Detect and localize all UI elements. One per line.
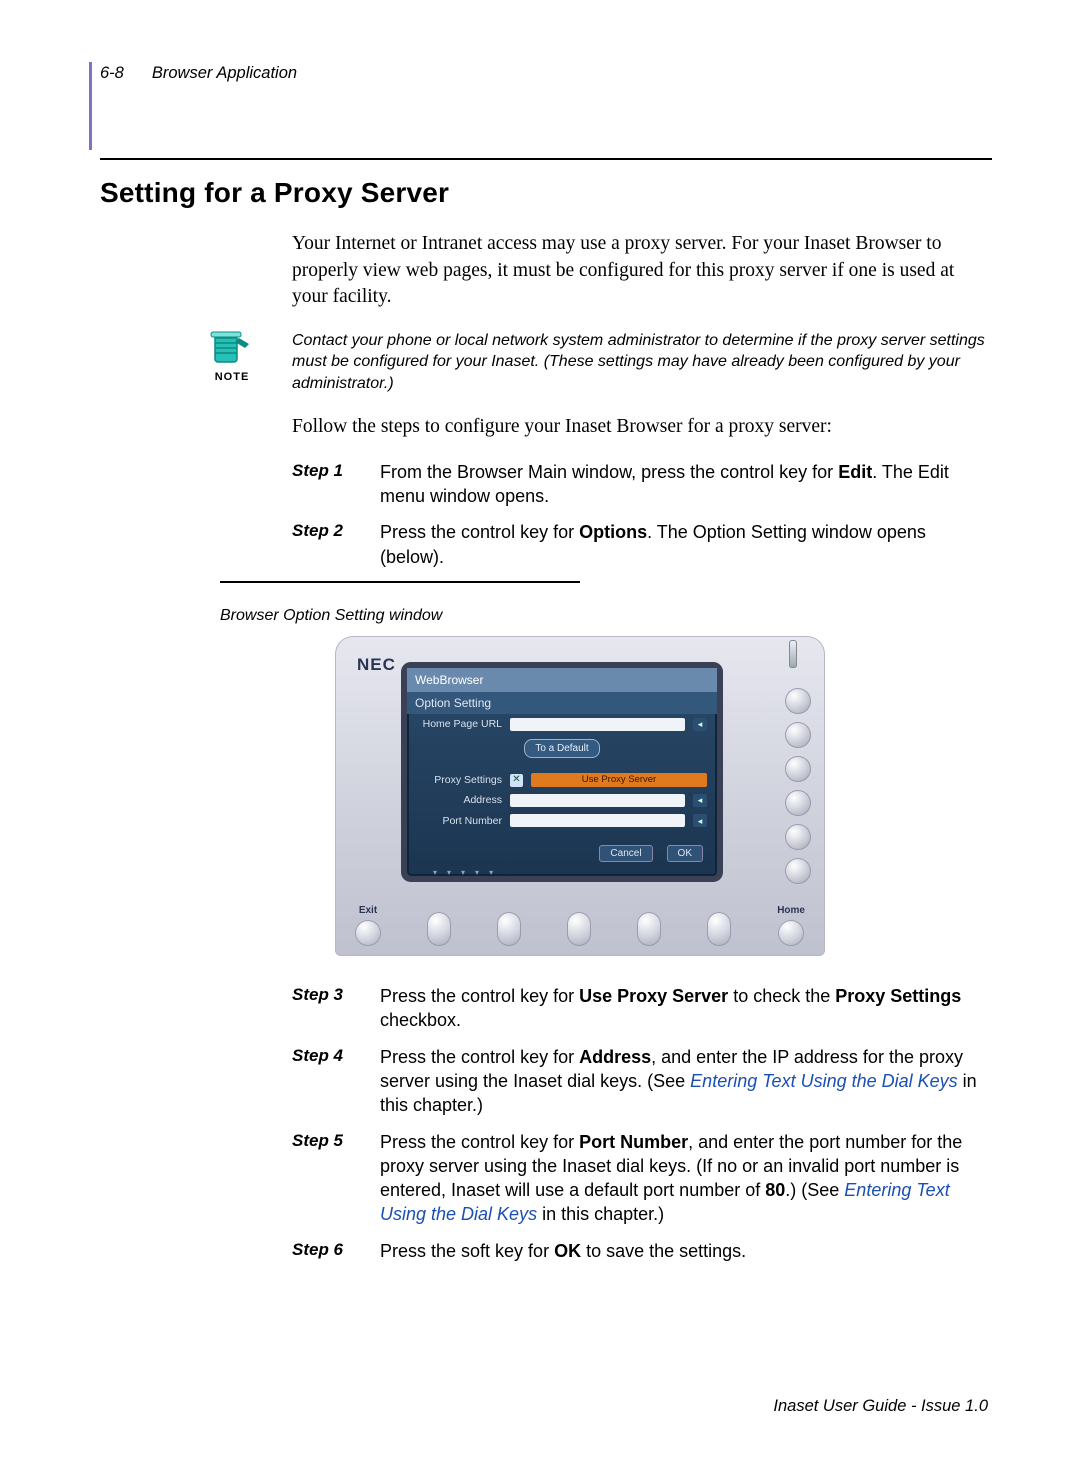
proxy-settings-label: Proxy Settings [417,773,502,787]
step-label: Step 6 [292,1239,358,1263]
use-proxy-button[interactable]: Use Proxy Server [531,773,707,787]
address-label: Address [417,793,502,807]
softkey-indicators: ▾▾▾▾▾ [407,866,717,881]
arrow-left-icon[interactable] [693,794,707,807]
step-text: Press the control key for Options. The O… [380,520,992,569]
step-label: Step 5 [292,1130,358,1227]
step-text: Press the control key for Use Proxy Serv… [380,984,992,1033]
step-text: Press the control key for Port Number, a… [380,1130,992,1227]
horizontal-rule [100,158,992,160]
figure-caption: Browser Option Setting window [220,605,992,627]
page-title: Setting for a Proxy Server [100,174,992,212]
home-button[interactable] [778,920,804,946]
step-text: From the Browser Main window, press the … [380,460,992,509]
note-icon: NOTE [200,330,264,385]
arrow-left-icon[interactable] [693,814,707,827]
port-label: Port Number [417,814,502,828]
note-block: NOTE Contact your phone or local network… [200,330,992,395]
control-key-4[interactable] [785,790,811,816]
softkey-button-2[interactable] [497,912,521,946]
step-label: Step 1 [292,460,358,509]
softkey-button-5[interactable] [707,912,731,946]
page-number: 6-8 [100,62,124,84]
nec-logo: NEC [357,654,396,677]
step-label: Step 2 [292,520,358,569]
step-6: Step 6 Press the soft key for OK to save… [292,1239,992,1263]
manual-page: 6-8 Browser Application Setting for a Pr… [0,0,1080,1459]
home-url-label: Home Page URL [417,717,502,731]
control-key-6[interactable] [785,858,811,884]
ok-softkey[interactable]: OK [667,845,703,863]
softkey-button-3[interactable] [567,912,591,946]
port-input[interactable] [510,814,685,827]
chapter-title: Browser Application [152,62,297,84]
intro-paragraph: Your Internet or Intranet access may use… [292,231,992,310]
home-label: Home [777,904,805,918]
address-row: Address [407,790,717,810]
steps-list-bottom: Step 3 Press the control key for Use Pro… [292,984,992,1263]
device-figure: NEC WebBrowser Option Setting Home Page … [335,636,825,956]
note-text: Contact your phone or local network syst… [292,330,992,395]
softkey-button-4[interactable] [637,912,661,946]
to-default-button[interactable]: To a Default [524,739,599,759]
port-row: Port Number [407,811,717,831]
step-4: Step 4 Press the control key for Address… [292,1045,992,1118]
step-text: Press the control key for Address, and e… [380,1045,992,1118]
home-url-row: Home Page URL [407,714,717,734]
lcd-title: WebBrowser [407,668,717,692]
step-text: Press the soft key for OK to save the se… [380,1239,746,1263]
exit-button[interactable] [355,920,381,946]
step-2: Step 2 Press the control key for Options… [292,520,992,569]
lcd-screen: WebBrowser Option Setting Home Page URL … [407,668,717,876]
side-buttons [785,688,811,884]
steps-list-top: Step 1 From the Browser Main window, pre… [292,460,992,569]
address-input[interactable] [510,794,685,807]
step-label: Step 4 [292,1045,358,1118]
use-proxy-checkbox[interactable] [510,774,523,787]
control-key-3[interactable] [785,756,811,782]
softkey-bar: Cancel OK [407,841,717,867]
control-key-2[interactable] [785,722,811,748]
caption-rule [220,581,580,583]
lead-sentence: Follow the steps to configure your Inase… [292,414,992,440]
proxy-settings-row: Proxy Settings Use Proxy Server [407,770,717,790]
home-url-input[interactable] [510,718,685,731]
exit-label: Exit [359,904,377,918]
step-3: Step 3 Press the control key for Use Pro… [292,984,992,1033]
stylus-icon [789,640,797,668]
control-key-1[interactable] [785,688,811,714]
note-label: NOTE [200,370,264,385]
arrow-left-icon[interactable] [693,718,707,731]
step-1: Step 1 From the Browser Main window, pre… [292,460,992,509]
softkey-button-1[interactable] [427,912,451,946]
control-key-5[interactable] [785,824,811,850]
step-5: Step 5 Press the control key for Port Nu… [292,1130,992,1227]
page-footer: Inaset User Guide - Issue 1.0 [773,1395,988,1417]
bottom-buttons: Exit Home [355,904,805,947]
step-label: Step 3 [292,984,358,1033]
entering-text-link[interactable]: Entering Text Using the Dial Keys [690,1071,957,1091]
running-header: 6-8 Browser Application [89,62,992,150]
cancel-softkey[interactable]: Cancel [599,845,652,863]
lcd-subtitle: Option Setting [407,692,717,714]
